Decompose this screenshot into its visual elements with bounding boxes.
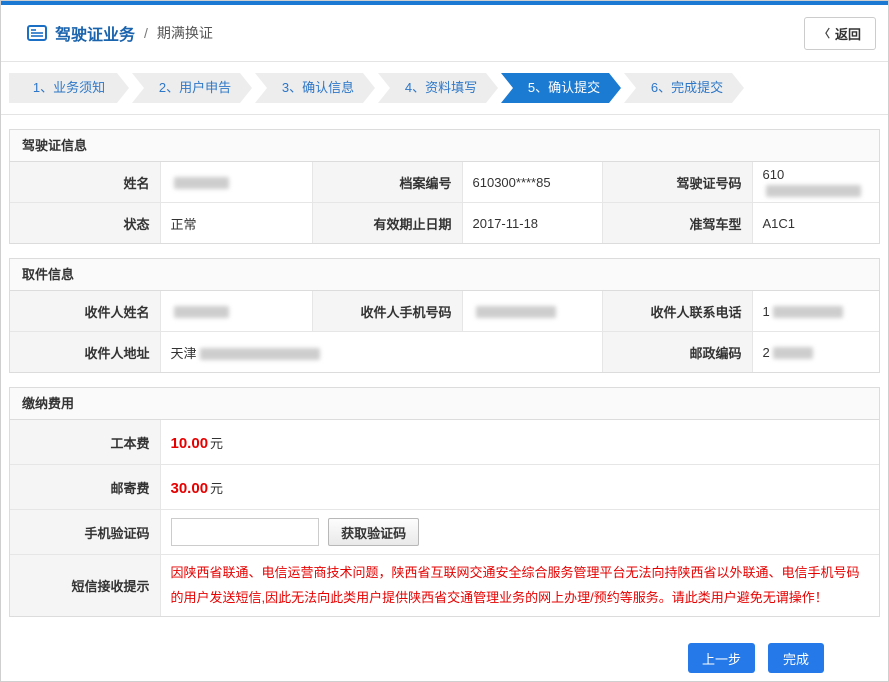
table-row: 收件人地址 天津 邮政编码 2	[10, 332, 879, 373]
step-tab-2[interactable]: 2、用户申告	[132, 73, 252, 103]
file-no-label: 档案编号	[312, 162, 462, 203]
section-title-license: 驾驶证信息	[10, 130, 879, 162]
table-row: 短信接收提示 因陕西省联通、电信运营商技术问题，陕西省互联网交通安全综合服务管理…	[10, 555, 879, 617]
recipient-address-value: 天津	[160, 332, 602, 373]
sms-notice-text: 因陕西省联通、电信运营商技术问题，陕西省互联网交通安全综合服务管理平台无法向持陕…	[171, 555, 870, 616]
license-no-prefix: 610	[763, 167, 785, 182]
page: 驾驶证业务 / 期满换证 〈 返回 1、业务须知 2、用户申告 3、确认信息 4…	[0, 0, 889, 682]
name-value	[160, 162, 312, 203]
table-row: 姓名 档案编号 610300****85 驾驶证号码 610	[10, 162, 879, 203]
fees-table: 工本费 10.00元 邮寄费 30.00元 手机验证码 获取验证码	[10, 420, 879, 616]
post-fee-amount: 30.00	[171, 480, 209, 497]
license-no-label: 驾驶证号码	[602, 162, 752, 203]
table-row: 工本费 10.00元	[10, 420, 879, 465]
zip-code-label: 邮政编码	[602, 332, 752, 373]
status-label: 状态	[10, 203, 160, 244]
back-label: 返回	[835, 24, 861, 43]
work-fee-amount: 10.00	[171, 435, 209, 452]
status-value: 正常	[160, 203, 312, 244]
license-table: 姓名 档案编号 610300****85 驾驶证号码 610 状态 正常 有效期…	[10, 162, 879, 243]
work-fee-label: 工本费	[10, 420, 160, 465]
table-row: 手机验证码 获取验证码	[10, 510, 879, 555]
post-fee-unit: 元	[210, 481, 223, 496]
redacted-value	[174, 177, 229, 189]
section-title-pickup: 取件信息	[10, 259, 879, 291]
section-title-fees: 缴纳费用	[10, 388, 879, 420]
redacted-value	[773, 306, 843, 318]
table-row: 状态 正常 有效期止日期 2017-11-18 准驾车型 A1C1	[10, 203, 879, 244]
finish-button[interactable]: 完成	[768, 643, 824, 673]
step-tab-3[interactable]: 3、确认信息	[255, 73, 375, 103]
header: 驾驶证业务 / 期满换证 〈 返回	[1, 5, 888, 62]
page-title: 驾驶证业务	[55, 21, 135, 45]
get-code-button[interactable]: 获取验证码	[328, 518, 419, 546]
redacted-value	[476, 306, 556, 318]
recipient-mobile-value	[462, 291, 602, 332]
file-no-value: 610300****85	[462, 162, 602, 203]
post-fee-label: 邮寄费	[10, 465, 160, 510]
pickup-table: 收件人姓名 收件人手机号码 收件人联系电话 1 收件人地址 天津 邮政编码 2	[10, 291, 879, 372]
form-icon	[27, 25, 47, 41]
sms-code-label: 手机验证码	[10, 510, 160, 555]
recipient-phone-label: 收件人联系电话	[602, 291, 752, 332]
section-fees: 缴纳费用 工本费 10.00元 邮寄费 30.00元 手机验证码	[9, 387, 880, 617]
work-fee-value: 10.00元	[160, 420, 879, 465]
vehicle-class-value: A1C1	[752, 203, 879, 244]
address-prefix: 天津	[171, 346, 197, 361]
recipient-address-label: 收件人地址	[10, 332, 160, 373]
main-content: 驾驶证信息 姓名 档案编号 610300****85 驾驶证号码 610 状态 …	[1, 129, 888, 673]
step-tab-1[interactable]: 1、业务须知	[9, 73, 129, 103]
table-row: 收件人姓名 收件人手机号码 收件人联系电话 1	[10, 291, 879, 332]
footer-actions: 上一步 完成	[9, 617, 880, 673]
recipient-name-value	[160, 291, 312, 332]
zip-code-value: 2	[752, 332, 879, 373]
step-tab-5-active[interactable]: 5、确认提交	[501, 73, 621, 103]
expiry-label: 有效期止日期	[312, 203, 462, 244]
sms-code-field: 获取验证码	[160, 510, 879, 555]
expiry-value: 2017-11-18	[462, 203, 602, 244]
redacted-value	[174, 306, 229, 318]
step-nav: 1、业务须知 2、用户申告 3、确认信息 4、资料填写 5、确认提交 6、完成提…	[1, 62, 888, 115]
name-label: 姓名	[10, 162, 160, 203]
recipient-name-label: 收件人姓名	[10, 291, 160, 332]
prev-step-button[interactable]: 上一步	[688, 643, 755, 673]
step-tab-4[interactable]: 4、资料填写	[378, 73, 498, 103]
back-button[interactable]: 〈 返回	[804, 17, 876, 50]
recipient-mobile-label: 收件人手机号码	[312, 291, 462, 332]
vehicle-class-label: 准驾车型	[602, 203, 752, 244]
redacted-value	[200, 348, 320, 360]
table-row: 邮寄费 30.00元	[10, 465, 879, 510]
sms-notice-label: 短信接收提示	[10, 555, 160, 617]
chevron-left-icon: 〈	[819, 25, 830, 41]
step-tab-6[interactable]: 6、完成提交	[624, 73, 744, 103]
section-pickup-info: 取件信息 收件人姓名 收件人手机号码 收件人联系电话 1 收件人地址 天津 邮政…	[9, 258, 880, 373]
post-fee-value: 30.00元	[160, 465, 879, 510]
breadcrumb-separator: /	[144, 25, 148, 41]
sms-notice-cell: 因陕西省联通、电信运营商技术问题，陕西省互联网交通安全综合服务管理平台无法向持陕…	[160, 555, 879, 617]
breadcrumb-current: 期满换证	[157, 23, 213, 43]
phone-prefix: 1	[763, 304, 770, 319]
redacted-value	[766, 185, 861, 197]
sms-code-input[interactable]	[171, 518, 319, 546]
work-fee-unit: 元	[210, 436, 223, 451]
redacted-value	[773, 347, 813, 359]
breadcrumb: 驾驶证业务 / 期满换证	[27, 21, 213, 45]
license-no-value: 610	[752, 162, 879, 203]
recipient-phone-value: 1	[752, 291, 879, 332]
zip-prefix: 2	[763, 345, 770, 360]
section-license-info: 驾驶证信息 姓名 档案编号 610300****85 驾驶证号码 610 状态 …	[9, 129, 880, 244]
